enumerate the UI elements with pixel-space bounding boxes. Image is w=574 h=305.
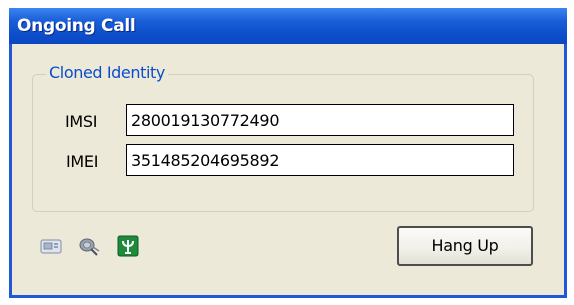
- imei-label: IMEI: [66, 152, 99, 171]
- cloned-identity-legend: Cloned Identity: [46, 63, 168, 82]
- cloned-identity-group: [32, 74, 534, 212]
- satellite-icon[interactable]: [78, 235, 100, 257]
- imei-field[interactable]: 351485204695892: [126, 144, 514, 176]
- imsi-label: IMSI: [65, 112, 98, 131]
- sim-card-icon[interactable]: [40, 235, 62, 257]
- antenna-icon[interactable]: [117, 235, 139, 257]
- window-title: Ongoing Call: [17, 16, 136, 36]
- title-bar[interactable]: Ongoing Call: [9, 8, 567, 44]
- imsi-field[interactable]: 280019130772490: [126, 104, 514, 136]
- hang-up-button[interactable]: Hang Up: [397, 226, 533, 266]
